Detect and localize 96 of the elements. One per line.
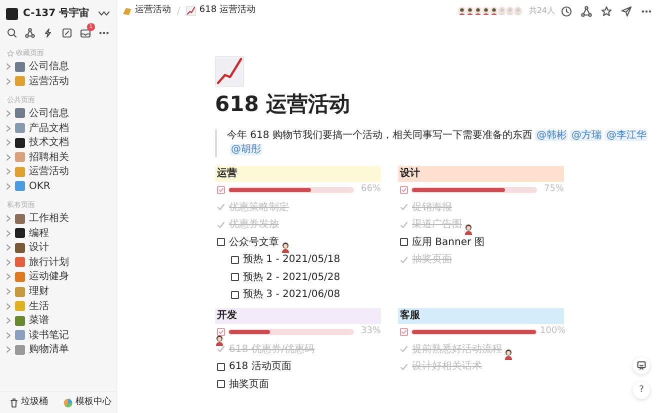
check-icon[interactable] — [217, 345, 225, 354]
sidebar-item[interactable]: 读书笔记 — [0, 328, 116, 343]
progress-check-icon — [217, 328, 225, 336]
sidebar-item[interactable]: 旅行计划 — [0, 255, 116, 270]
sidebar-item[interactable]: OKR — [0, 179, 116, 194]
column-header: 设计 — [398, 166, 564, 182]
sidebar-item[interactable]: 产品文档 — [0, 120, 116, 136]
sidebar-item[interactable]: 编程 — [0, 226, 116, 240]
member-avatar-icon — [472, 6, 483, 16]
lightning-icon[interactable] — [43, 28, 54, 38]
page-title: 618 运营活动 — [215, 91, 352, 118]
trash-button[interactable]: 垃圾桶 — [0, 392, 58, 413]
sidebar-item[interactable]: 运营活动 — [0, 164, 116, 180]
help-button[interactable]: ? — [633, 382, 650, 399]
inbox-icon[interactable] — [80, 28, 91, 38]
checkbox[interactable] — [231, 290, 239, 299]
task-text: 618 优惠券/优惠码 — [229, 342, 315, 357]
workspace-logo — [6, 8, 18, 20]
sidebar-item[interactable]: 公司信息 — [0, 106, 116, 121]
sidebar-item[interactable]: 运营活动 — [0, 74, 116, 89]
task-text: 应用 Banner 图 — [412, 236, 484, 250]
member-avatar-icon — [504, 6, 515, 16]
checkbox[interactable] — [231, 273, 239, 282]
sidebar-item[interactable]: 技术文档 — [0, 135, 116, 150]
sidebar-item[interactable]: 生活 — [0, 298, 116, 314]
checkbox[interactable] — [231, 256, 239, 264]
checkbox[interactable] — [217, 380, 225, 388]
template-icon — [62, 398, 72, 408]
check-icon[interactable] — [217, 220, 225, 229]
nodes-icon[interactable] — [581, 6, 592, 16]
member-avatar-icon — [488, 6, 499, 16]
task-text: 设计好相关话术 — [412, 360, 482, 374]
trash-icon — [10, 398, 18, 408]
progress-percent: 33% — [360, 325, 381, 338]
task-text: 预热 1 - 2021/05/18 — [243, 253, 340, 268]
sidebar-item[interactable]: 招聘相关 — [0, 150, 116, 165]
feedback-button[interactable] — [633, 357, 650, 374]
member-avatar-icon — [456, 6, 467, 16]
collapse-icon[interactable] — [98, 10, 110, 18]
task-text: 预热 3 - 2021/06/08 — [243, 288, 340, 302]
column-header: 运营 — [215, 166, 381, 182]
member-avatar-icon — [464, 6, 475, 16]
progress-percent: 66% — [360, 183, 381, 196]
template-button[interactable]: 模板中心 — [58, 392, 116, 413]
sidebar-item[interactable]: 运动健身 — [0, 270, 116, 284]
send-icon[interactable] — [621, 6, 632, 16]
task-text: 618 活动页面 — [229, 360, 292, 374]
star-icon[interactable] — [601, 6, 612, 16]
checkbox[interactable] — [217, 362, 225, 371]
sidebar-item[interactable]: 购物清单 — [0, 342, 116, 358]
star-icon — [7, 50, 14, 57]
task-text: 促销海报 — [412, 200, 452, 215]
check-icon[interactable] — [400, 345, 408, 354]
task-text: 渠道广告图 — [412, 218, 462, 232]
check-icon[interactable] — [400, 256, 408, 264]
sidebar-item[interactable]: 工作相关 — [0, 211, 116, 226]
edit-icon[interactable] — [62, 28, 72, 38]
check-icon[interactable] — [400, 362, 408, 371]
task-text: 预热 2 - 2021/05/28 — [243, 270, 340, 285]
task-text: 公众号文章 — [229, 236, 279, 250]
column-header: 开发 — [215, 308, 381, 324]
check-icon[interactable] — [217, 203, 225, 212]
checkbox[interactable] — [217, 238, 225, 246]
task-text: 优惠券发放 — [229, 218, 279, 232]
chart-icon — [186, 6, 196, 16]
mention-link[interactable]: @胡彤 — [230, 144, 262, 154]
task-text: 抽奖页面 — [412, 252, 452, 268]
breadcrumb-link[interactable]: 618 运营活动 — [186, 4, 256, 18]
task-text: 提前熟悉好活动流程 — [412, 342, 502, 357]
sidebar-item[interactable]: 设计 — [0, 240, 116, 256]
sidebar-item[interactable]: 公司信息 — [0, 60, 116, 74]
member-avatar-icon — [512, 6, 523, 16]
sidebar-item[interactable]: 菜谱 — [0, 313, 116, 328]
chart-icon — [215, 56, 244, 87]
task-text: 优惠策略制定 — [229, 200, 289, 215]
intro-text: 今年 618 购物节我们要搞一个活动，相关同事写一下需要准备的东西 @韩彬 @方瑞 @李江华 @胡彤 — [215, 128, 660, 156]
search-icon[interactable] — [7, 28, 17, 38]
sidebar-item[interactable]: 理财 — [0, 284, 116, 299]
history-icon[interactable] — [561, 6, 572, 16]
member-avatar-icon — [480, 6, 491, 16]
mention-link[interactable]: @韩彬 — [535, 130, 568, 140]
nodes-icon[interactable] — [25, 28, 36, 38]
task-text: 抽奖页面 — [229, 378, 269, 392]
checkbox[interactable] — [400, 238, 408, 246]
breadcrumb-link[interactable]: 运营活动 — [122, 4, 171, 18]
breadcrumb-separator: / — [177, 4, 180, 18]
chat-icon — [637, 361, 646, 370]
column-header: 客服 — [398, 308, 564, 324]
check-icon[interactable] — [400, 220, 408, 229]
workspace-name[interactable]: C-137 号宇宙 — [23, 6, 90, 21]
mention-link[interactable]: @方瑞 — [570, 130, 602, 140]
progress-percent: 100% — [540, 325, 564, 338]
member-avatar-icon — [496, 6, 507, 16]
progress-percent: 75% — [542, 183, 564, 196]
check-icon[interactable] — [400, 203, 408, 212]
mention-link[interactable]: @李江华 — [605, 130, 648, 140]
